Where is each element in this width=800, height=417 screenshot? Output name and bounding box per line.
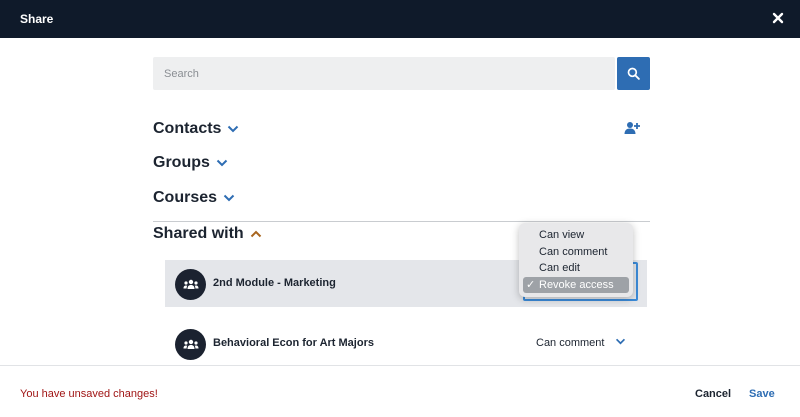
groups-label: Groups — [153, 154, 210, 171]
contacts-section-toggle[interactable]: Contacts — [153, 120, 239, 138]
courses-label: Courses — [153, 189, 218, 206]
permission-dropdown-menu: Can view Can comment Can edit ✓ Revoke ac… — [519, 223, 633, 297]
dialog-header: Share — [0, 0, 800, 38]
search-field[interactable] — [153, 57, 615, 90]
save-button[interactable]: Save — [749, 388, 775, 400]
menu-item-label: Revoke access — [539, 278, 614, 291]
search-input[interactable] — [153, 57, 615, 90]
search-button[interactable] — [617, 57, 650, 90]
shared-with-section-toggle[interactable]: Shared with — [153, 225, 262, 243]
chevron-down-icon — [216, 159, 228, 167]
menu-item-can-comment[interactable]: Can comment — [523, 244, 629, 261]
dialog-footer: You have unsaved changes! Cancel Save — [0, 365, 800, 417]
menu-item-label: Can edit — [539, 262, 580, 274]
unsaved-changes-warning: You have unsaved changes! — [20, 388, 158, 400]
contacts-label: Contacts — [153, 120, 222, 137]
permission-select-value[interactable]: Can comment — [536, 337, 604, 349]
shared-with-label: Shared with — [153, 225, 244, 242]
courses-section-toggle[interactable]: Courses — [153, 189, 235, 207]
group-icon — [175, 269, 206, 300]
shared-row[interactable]: Behavioral Econ for Art Majors Can comme… — [165, 320, 647, 367]
chevron-up-icon — [250, 230, 261, 238]
chevron-down-icon — [228, 125, 239, 133]
close-icon[interactable] — [770, 10, 786, 26]
chevron-down-icon — [223, 194, 235, 202]
menu-item-can-edit[interactable]: Can edit — [523, 260, 629, 277]
add-person-icon[interactable] — [624, 120, 640, 136]
section-divider — [153, 221, 650, 222]
chevron-down-icon[interactable] — [615, 338, 626, 345]
groups-section-toggle[interactable]: Groups — [153, 154, 228, 172]
dialog-title: Share — [20, 12, 54, 26]
menu-item-label: Can view — [539, 229, 585, 241]
cancel-button[interactable]: Cancel — [695, 388, 731, 400]
shared-row-name: 2nd Module - Marketing — [213, 277, 336, 289]
menu-item-revoke-access[interactable]: ✓ Revoke access — [523, 276, 629, 293]
search-icon — [627, 67, 640, 80]
menu-item-label: Can comment — [539, 245, 608, 258]
shared-row-name: Behavioral Econ for Art Majors — [213, 337, 374, 349]
group-icon — [175, 329, 206, 360]
checkmark-icon: ✓ — [526, 278, 536, 291]
menu-item-can-view[interactable]: Can view — [523, 227, 629, 244]
